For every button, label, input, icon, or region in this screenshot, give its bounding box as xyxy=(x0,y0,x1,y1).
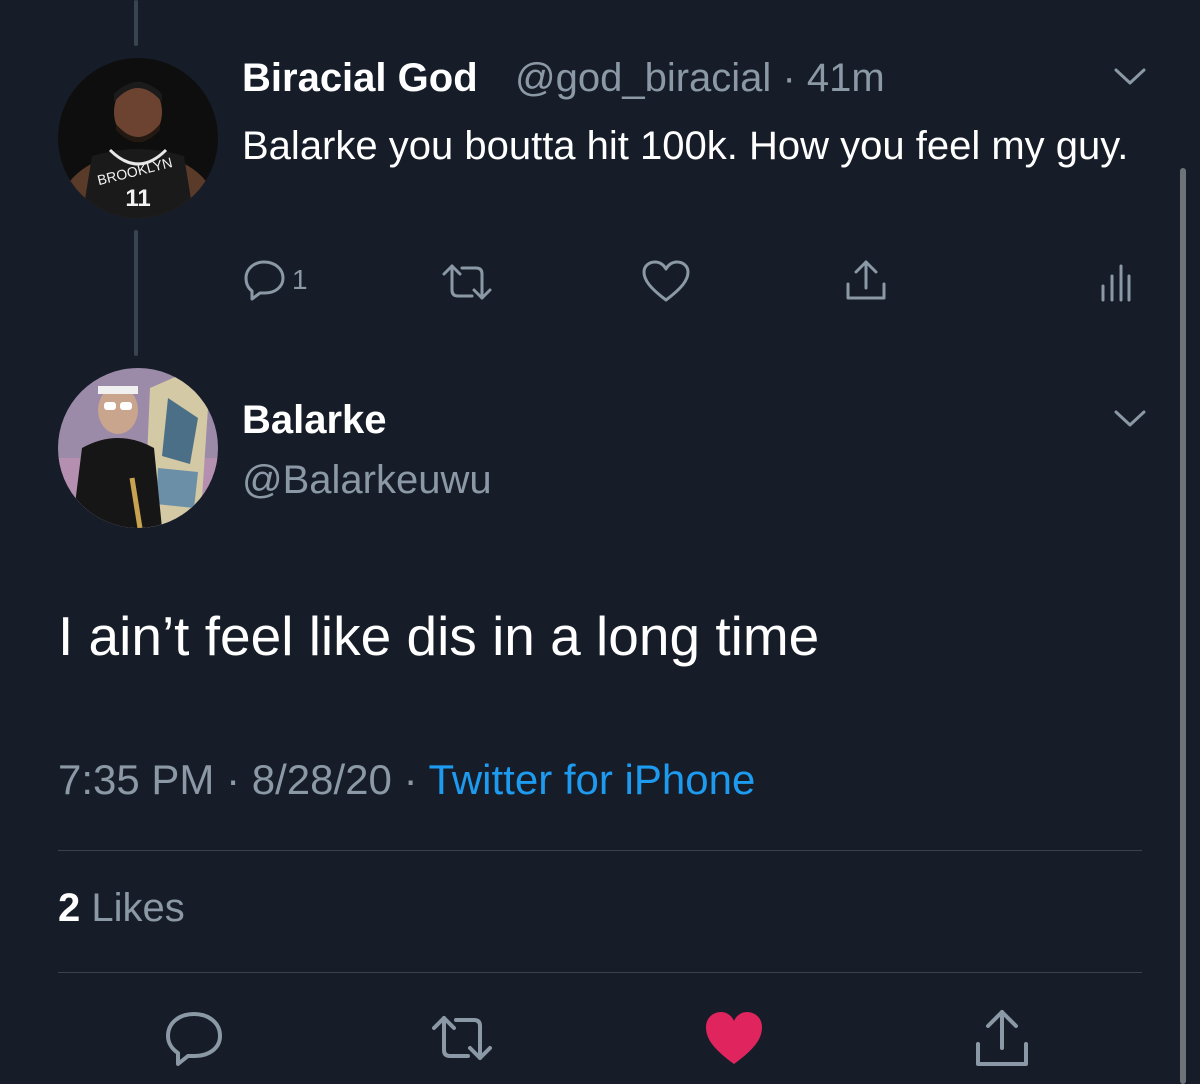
divider xyxy=(58,972,1142,973)
tweet-time: 7:35 PM xyxy=(58,756,215,803)
avatar-photo xyxy=(58,368,218,528)
likes-stat[interactable]: 2 Likes xyxy=(58,886,185,931)
like-icon xyxy=(642,260,690,302)
main-tweet-text: I ain’t feel like dis in a long time xyxy=(58,605,820,667)
parent-tweet-text: Balarke you boutta hit 100k. How you fee… xyxy=(242,124,1129,168)
likes-label: Likes xyxy=(91,886,185,930)
chevron-down-icon[interactable] xyxy=(1110,64,1150,90)
divider xyxy=(58,850,1142,851)
share-icon xyxy=(976,1010,1028,1066)
tweet-detail-page: BROOKLYN 11 Biracial God @god_biracial ·… xyxy=(0,0,1200,1084)
retweet-icon xyxy=(432,1016,492,1060)
main-display-name[interactable]: Balarke xyxy=(242,398,387,443)
reply-button[interactable] xyxy=(162,1006,226,1070)
chevron-down-icon[interactable] xyxy=(1110,406,1150,432)
parent-reply-count: 1 xyxy=(292,264,308,295)
main-handle[interactable]: @Balarkeuwu xyxy=(242,458,492,503)
avatar-photo: BROOKLYN 11 xyxy=(58,58,218,218)
meta-separator: · xyxy=(226,756,241,803)
parent-avatar[interactable]: BROOKLYN 11 xyxy=(58,58,218,218)
meta-separator: · xyxy=(403,756,418,803)
parent-analytics-button[interactable] xyxy=(1098,262,1134,302)
reply-icon xyxy=(244,260,285,301)
share-button[interactable] xyxy=(970,1006,1034,1070)
thread-line-connector xyxy=(134,230,138,356)
tweet-source-link[interactable]: Twitter for iPhone xyxy=(429,756,756,803)
likes-count: 2 xyxy=(58,886,81,930)
parent-reply-button[interactable]: 1 xyxy=(242,258,308,302)
main-avatar[interactable] xyxy=(58,368,218,528)
parent-share-button[interactable] xyxy=(842,256,890,306)
parent-handle-line: @god_biracial · 41m xyxy=(515,56,885,101)
share-icon xyxy=(846,260,886,300)
parent-display-name[interactable]: Biracial God xyxy=(242,56,478,101)
tweet-date: 8/28/20 xyxy=(251,756,392,803)
parent-retweet-button[interactable] xyxy=(440,260,494,304)
liked-heart-icon xyxy=(706,1012,762,1064)
like-button[interactable] xyxy=(702,1006,766,1070)
scrollbar[interactable] xyxy=(1180,168,1186,1084)
parent-handle[interactable]: @god_biracial xyxy=(515,56,771,100)
reply-icon xyxy=(166,1012,222,1066)
retweet-button[interactable] xyxy=(430,1006,494,1070)
retweet-icon xyxy=(442,264,492,300)
parent-like-button[interactable] xyxy=(640,258,692,304)
parent-timestamp: 41m xyxy=(806,56,885,100)
avatar-jersey-number: 11 xyxy=(125,185,150,212)
tweet-meta: 7:35 PM · 8/28/20 · Twitter for iPhone xyxy=(58,756,755,804)
time-separator: · xyxy=(782,56,796,100)
analytics-icon xyxy=(1101,264,1131,302)
thread-line-top xyxy=(134,0,138,46)
